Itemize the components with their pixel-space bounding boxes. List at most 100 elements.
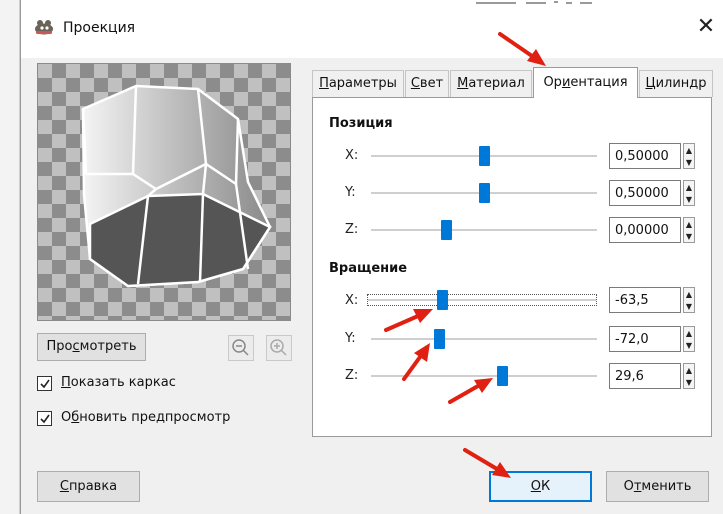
- preview-canvas: [37, 63, 291, 321]
- tab-material[interactable]: Материал: [450, 70, 532, 97]
- spin-arrows[interactable]: ▲ ▼: [683, 326, 695, 352]
- button-label-end: менить: [641, 479, 692, 494]
- slider-thumb[interactable]: [479, 146, 490, 166]
- tab-cylinder[interactable]: Цилиндр: [639, 70, 713, 97]
- button-mnemonic: С: [59, 479, 69, 494]
- rotation-group-title: Вращение: [329, 261, 408, 276]
- spin-down-icon[interactable]: ▼: [685, 301, 693, 312]
- spin-up-icon[interactable]: ▲: [685, 328, 693, 339]
- spin-arrows[interactable]: ▲ ▼: [683, 143, 695, 169]
- title-bar: Проекция ✕: [21, 0, 723, 58]
- position-z-slider[interactable]: [371, 220, 597, 240]
- spin-arrows[interactable]: ▲ ▼: [683, 180, 695, 206]
- position-z-label: Z:: [345, 222, 359, 237]
- slider-thumb[interactable]: [437, 290, 448, 310]
- tab-label-start: Ор: [543, 75, 562, 90]
- position-z-spinbox[interactable]: ▲▼: [609, 217, 695, 243]
- rotation-y-label: Y:: [345, 331, 356, 346]
- tab-label-end: араметры: [328, 76, 397, 91]
- tab-mnemonic: М: [457, 76, 469, 91]
- tab-light[interactable]: Свет: [405, 70, 449, 97]
- label-end: новить предпросмотр: [79, 410, 231, 425]
- rotation-z-input[interactable]: [609, 363, 681, 389]
- tab-label-end: ентация: [570, 75, 628, 90]
- close-button[interactable]: ✕: [694, 14, 718, 40]
- rotation-x-input[interactable]: [609, 287, 681, 313]
- checkmark-icon: [40, 379, 50, 389]
- tab-parameters[interactable]: Параметры: [312, 70, 404, 97]
- spin-up-icon[interactable]: ▲: [685, 182, 693, 193]
- spin-up-icon[interactable]: ▲: [685, 219, 693, 230]
- zoom-in-button[interactable]: [266, 335, 292, 361]
- zoom-in-icon: [270, 339, 287, 356]
- position-x-spinbox[interactable]: ▲▼: [609, 143, 695, 169]
- checkmark-icon: [40, 414, 50, 424]
- tab-mnemonic: Ц: [645, 76, 656, 91]
- rotation-x-slider[interactable]: [367, 290, 597, 310]
- spin-down-icon[interactable]: ▼: [685, 231, 693, 242]
- spin-up-icon[interactable]: ▲: [685, 365, 693, 376]
- rotation-x-spinbox[interactable]: ▲▼: [609, 287, 695, 313]
- slider-thumb[interactable]: [441, 220, 452, 240]
- position-z-input[interactable]: [609, 217, 681, 243]
- position-y-slider[interactable]: [371, 183, 597, 203]
- tab-label-end: вет: [419, 76, 444, 91]
- tab-label-end: атериал: [468, 76, 525, 91]
- spin-arrows[interactable]: ▲ ▼: [683, 363, 695, 389]
- button-mnemonic: О: [530, 479, 541, 494]
- spin-down-icon[interactable]: ▼: [685, 157, 693, 168]
- update-preview-label: Обновить предпросмотр: [61, 410, 230, 425]
- rotation-y-slider[interactable]: [371, 329, 597, 349]
- position-y-spinbox[interactable]: ▲▼: [609, 180, 695, 206]
- tab-mnemonic: П: [319, 76, 329, 91]
- slider-thumb[interactable]: [497, 366, 508, 386]
- orientation-panel: Позиция X: ▲▼ Y: ▲▼ Z: ▲▼ Вращение X:: [312, 97, 712, 437]
- show-wireframe-label: Показать каркас: [61, 375, 176, 390]
- tab-orientation[interactable]: Ориентация: [533, 67, 638, 98]
- projection-dialog: Проекция ✕ Просмотреть Показать каркас О…: [20, 0, 723, 514]
- zoom-out-icon: [232, 339, 249, 356]
- preview-button-mnemonic: с: [72, 339, 80, 354]
- rotation-z-slider[interactable]: [371, 366, 597, 386]
- zoom-out-button[interactable]: [228, 335, 254, 361]
- button-label-start: О: [623, 479, 634, 494]
- tab-mnemonic: С: [410, 76, 420, 91]
- spin-up-icon[interactable]: ▲: [685, 289, 693, 300]
- slider-thumb[interactable]: [434, 329, 445, 349]
- position-x-label: X:: [345, 148, 359, 163]
- rotation-y-spinbox[interactable]: ▲▼: [609, 326, 695, 352]
- label-mnemonic: П: [61, 375, 71, 390]
- spin-down-icon[interactable]: ▼: [685, 377, 693, 388]
- preview-button-label-end: мотреть: [79, 339, 137, 354]
- close-icon: ✕: [696, 14, 716, 39]
- label-end: оказать каркас: [70, 375, 176, 390]
- tab-label-end: илиндр: [655, 76, 707, 91]
- button-label-end: К: [541, 479, 551, 494]
- checkbox-box[interactable]: [37, 411, 52, 426]
- rotation-x-label: X:: [345, 293, 359, 308]
- cancel-button[interactable]: Отменить: [606, 471, 709, 502]
- position-y-input[interactable]: [609, 180, 681, 206]
- checkbox-box[interactable]: [37, 376, 52, 391]
- preview-button[interactable]: Просмотреть: [37, 333, 146, 361]
- preview-button-label-start: Про: [46, 339, 73, 354]
- gimp-icon: [35, 20, 53, 35]
- spin-arrows[interactable]: ▲ ▼: [683, 287, 695, 313]
- projected-cylinder-preview: [81, 84, 272, 288]
- background-window-edge: [0, 0, 20, 514]
- spin-arrows[interactable]: ▲ ▼: [683, 217, 695, 243]
- ok-button[interactable]: ОК: [489, 471, 592, 502]
- position-x-input[interactable]: [609, 143, 681, 169]
- label-start: О: [61, 410, 72, 425]
- spin-up-icon[interactable]: ▲: [685, 145, 693, 156]
- button-label-end: правка: [68, 479, 118, 494]
- slider-thumb[interactable]: [479, 183, 490, 203]
- spin-down-icon[interactable]: ▼: [685, 340, 693, 351]
- rotation-z-spinbox[interactable]: ▲▼: [609, 363, 695, 389]
- rotation-z-label: Z:: [345, 368, 359, 383]
- rotation-y-input[interactable]: [609, 326, 681, 352]
- position-y-label: Y:: [345, 185, 356, 200]
- position-x-slider[interactable]: [371, 146, 597, 166]
- spin-down-icon[interactable]: ▼: [685, 194, 693, 205]
- help-button[interactable]: Справка: [37, 471, 140, 502]
